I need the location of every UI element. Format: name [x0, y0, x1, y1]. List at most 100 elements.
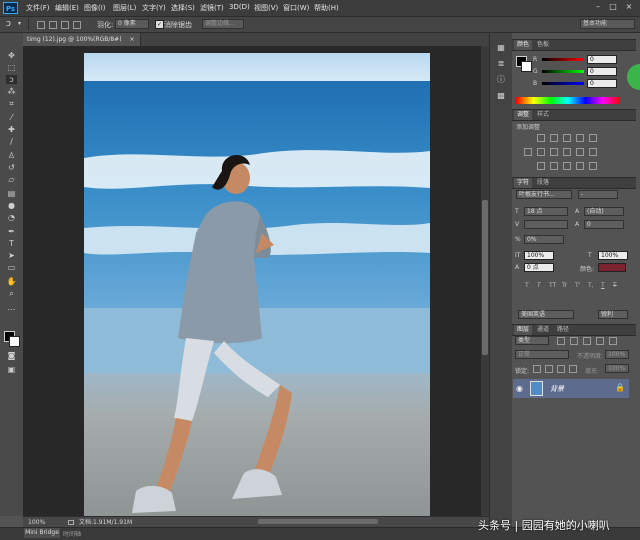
gradient-map-adjust-icon[interactable] — [576, 162, 584, 170]
tracking-select[interactable]: 0 — [584, 220, 624, 229]
menu-window[interactable]: 窗口(W) — [283, 3, 309, 13]
g-value-input[interactable]: 0 — [587, 67, 617, 76]
baseline-input[interactable]: 0 点 — [524, 263, 554, 272]
feather-input[interactable]: 0 像素 — [115, 19, 149, 29]
move-tool-icon[interactable]: ✥ — [6, 51, 17, 60]
menu-select[interactable]: 选择(S) — [171, 3, 195, 13]
chevron-down-icon[interactable]: ▾ — [18, 20, 21, 27]
vibrance-adjust-icon[interactable] — [589, 134, 597, 142]
history-brush-tool-icon[interactable]: ↺ — [6, 163, 17, 172]
vertical-scale-input[interactable]: 100% — [524, 251, 554, 260]
layer-name[interactable]: 背景 — [550, 384, 564, 394]
marquee-tool-icon[interactable]: ⬚ — [6, 63, 17, 72]
quick-select-tool-icon[interactable]: ⁂ — [6, 87, 17, 96]
gradient-tool-icon[interactable]: ▤ — [6, 189, 17, 198]
leading-select[interactable]: (自动) — [584, 207, 624, 216]
antialias-method-select[interactable]: 锐利 — [598, 310, 628, 319]
r-slider[interactable] — [542, 58, 584, 61]
timeline-tab[interactable]: 时间轴 — [63, 529, 81, 538]
intersect-selection-icon[interactable] — [73, 21, 81, 29]
rectangle-tool-icon[interactable]: ▭ — [6, 263, 17, 272]
photo-filter-adjust-icon[interactable] — [563, 148, 571, 156]
threshold-adjust-icon[interactable] — [563, 162, 571, 170]
antialias-checkbox[interactable]: ✓ — [155, 20, 164, 29]
history-panel-icon[interactable]: ▦ — [496, 43, 506, 52]
hue-sat-adjust-icon[interactable] — [524, 148, 532, 156]
channel-mixer-adjust-icon[interactable] — [576, 148, 584, 156]
superscript-button[interactable]: T' — [575, 282, 580, 289]
pen-tool-icon[interactable]: ✒ — [6, 227, 17, 236]
clone-stamp-tool-icon[interactable]: ♙ — [6, 151, 17, 160]
workspace-select[interactable]: 基本功能 — [580, 19, 635, 29]
color-balance-adjust-icon[interactable] — [537, 148, 545, 156]
zoom-tool-icon[interactable]: ⌕ — [6, 289, 17, 298]
blend-mode-select[interactable]: 正常 — [515, 350, 569, 359]
type-tool-icon[interactable]: T — [6, 239, 17, 248]
lock-all-icon[interactable] — [569, 365, 577, 373]
levels-adjust-icon[interactable] — [550, 134, 558, 142]
menu-help[interactable]: 帮助(H) — [314, 3, 339, 13]
healing-brush-tool-icon[interactable]: ✚ — [6, 125, 17, 134]
navigator-panel-icon[interactable]: ▩ — [496, 91, 506, 100]
opacity-input[interactable]: 100% — [605, 350, 629, 359]
tab-layers[interactable]: 图层 — [514, 325, 533, 335]
document-image[interactable] — [84, 53, 430, 516]
tsume-select[interactable]: 0% — [524, 235, 564, 244]
eraser-tool-icon[interactable]: ▱ — [6, 175, 17, 184]
blur-tool-icon[interactable]: ● — [6, 201, 17, 210]
tab-paths[interactable]: 路径 — [554, 325, 572, 335]
filter-adjust-icon[interactable] — [570, 337, 578, 345]
close-tab-icon[interactable]: × — [129, 36, 134, 43]
path-select-tool-icon[interactable]: ➤ — [6, 251, 17, 260]
color-panel-background[interactable] — [521, 61, 532, 72]
faux-bold-button[interactable]: T — [525, 282, 529, 289]
properties-panel-icon[interactable]: ≣ — [496, 59, 506, 68]
horizontal-scroll-thumb[interactable] — [258, 519, 378, 524]
close-window-button[interactable]: × — [623, 2, 635, 12]
add-selection-icon[interactable] — [49, 21, 57, 29]
filter-smart-object-icon[interactable] — [609, 337, 617, 345]
brush-tool-icon[interactable]: ∕ — [6, 137, 17, 146]
vertical-scroll-thumb[interactable] — [482, 200, 488, 355]
selective-color-adjust-icon[interactable] — [589, 162, 597, 170]
menu-image[interactable]: 图像(I) — [84, 3, 106, 13]
lock-transparent-icon[interactable] — [533, 365, 541, 373]
brightness-adjust-icon[interactable] — [537, 134, 545, 142]
g-slider[interactable] — [542, 70, 584, 73]
subtract-selection-icon[interactable] — [61, 21, 69, 29]
menu-3d[interactable]: 3D(D) — [229, 3, 250, 11]
mini-bridge-tab[interactable]: Mini Bridge — [24, 528, 60, 538]
menu-type[interactable]: 文字(Y) — [142, 3, 166, 13]
text-color-swatch[interactable] — [598, 263, 626, 272]
doc-info-icon[interactable] — [68, 520, 74, 525]
color-spectrum-bar[interactable] — [516, 97, 620, 104]
menu-filter[interactable]: 滤镜(T) — [200, 3, 224, 13]
dodge-tool-icon[interactable]: ◔ — [6, 213, 17, 222]
all-caps-button[interactable]: TT — [549, 282, 556, 289]
filter-type-icon[interactable] — [583, 337, 591, 345]
language-select[interactable]: 美国英语 — [518, 310, 574, 319]
lock-position-icon[interactable] — [557, 365, 565, 373]
posterize-adjust-icon[interactable] — [550, 162, 558, 170]
exposure-adjust-icon[interactable] — [576, 134, 584, 142]
tab-character[interactable]: 字符 — [514, 178, 533, 188]
tab-styles[interactable]: 样式 — [534, 110, 552, 120]
subscript-button[interactable]: T, — [588, 282, 594, 289]
tab-swatches[interactable]: 色板 — [534, 40, 552, 50]
new-selection-icon[interactable] — [37, 21, 45, 29]
b-value-input[interactable]: 0 — [587, 79, 617, 88]
strikethrough-button[interactable]: T — [613, 282, 617, 289]
filter-shape-icon[interactable] — [596, 337, 604, 345]
layer-filter-select[interactable]: 类型 — [515, 336, 549, 345]
small-caps-button[interactable]: Tr — [562, 282, 567, 289]
more-tools-icon[interactable]: … — [6, 303, 17, 312]
r-value-input[interactable]: 0 — [587, 55, 617, 64]
curves-adjust-icon[interactable] — [563, 134, 571, 142]
quick-mask-icon[interactable]: ◙ — [6, 351, 17, 360]
minimize-button[interactable]: – — [592, 2, 604, 12]
eyedropper-tool-icon[interactable]: ⁄ — [6, 113, 17, 122]
eye-visibility-icon[interactable]: ◉ — [516, 384, 523, 393]
tab-color[interactable]: 颜色 — [514, 40, 533, 50]
lock-image-icon[interactable] — [545, 365, 553, 373]
invert-adjust-icon[interactable] — [537, 162, 545, 170]
